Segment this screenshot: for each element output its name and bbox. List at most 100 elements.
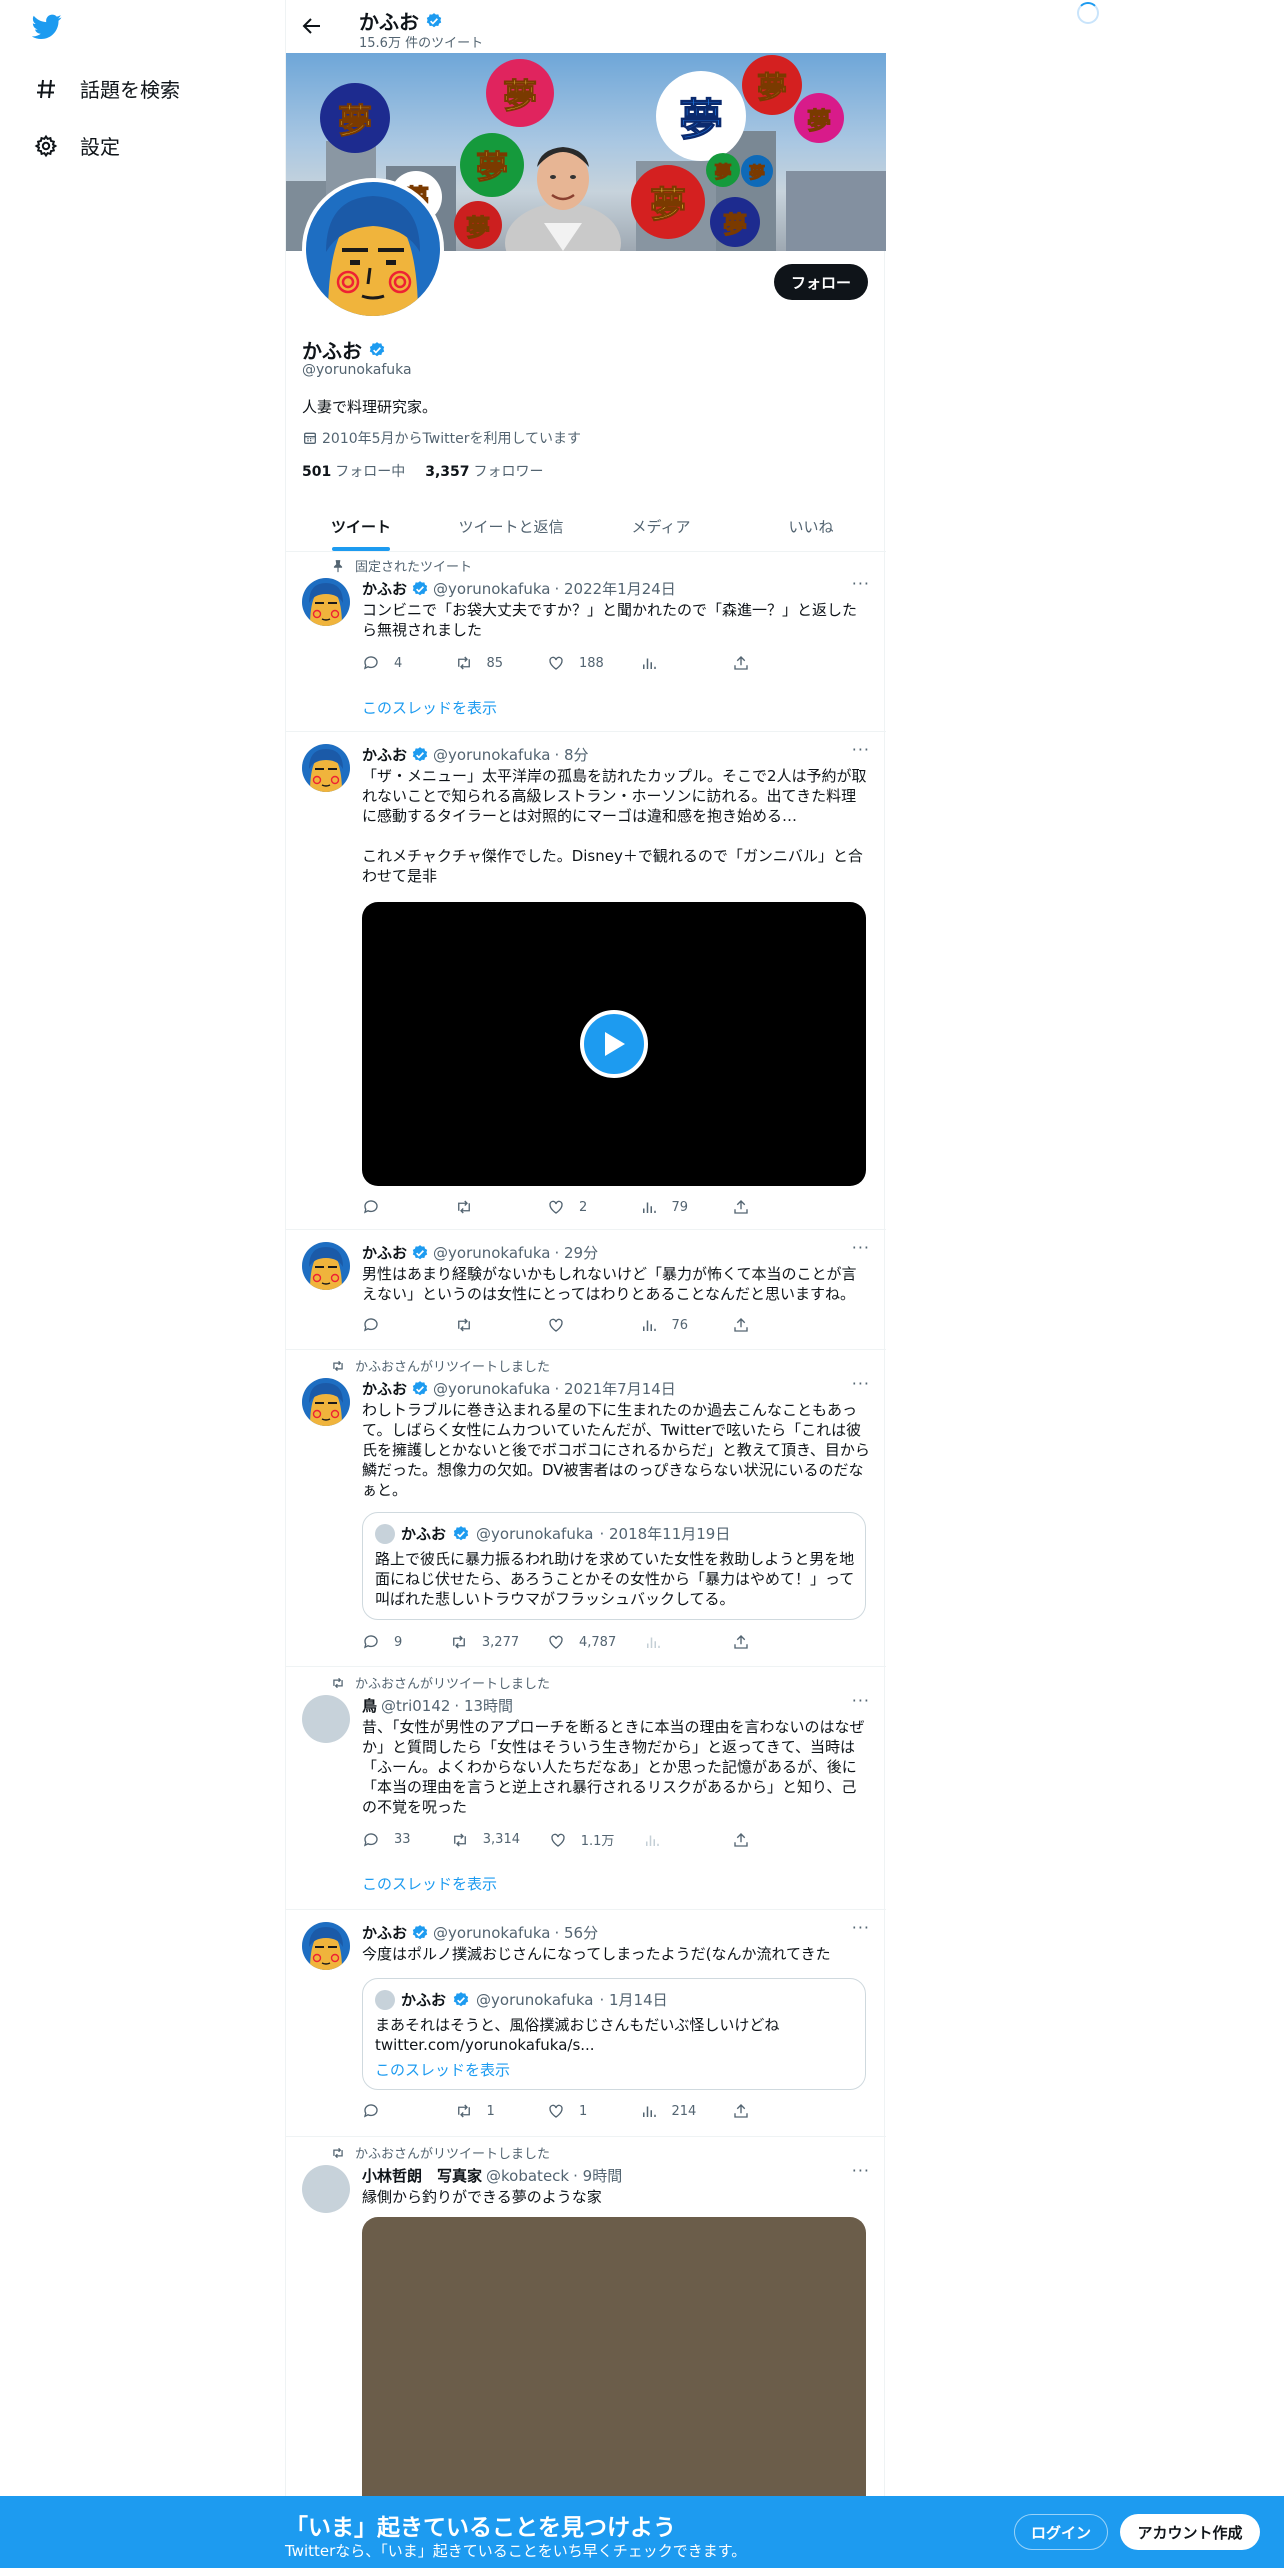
tweet-author-handle[interactable]: @yorunokafuka [433,746,550,764]
play-icon[interactable] [580,1010,648,1078]
retweet-button[interactable]: 3,314 [451,1830,520,1849]
avatar-illustration [302,1378,350,1426]
more-options-icon[interactable]: ··· [852,2161,870,2180]
views-button[interactable] [640,654,700,672]
tweet-header: かふお @yorunokafuka · 2021年7月14日 [362,1378,676,1399]
tweet-author-handle[interactable]: @tri0142 [381,1697,450,1715]
retweet-button[interactable] [455,1198,515,1216]
tweet-author-name[interactable]: かふお [362,744,407,765]
quoted-tweet[interactable]: かふお @yorunokafuka · 2018年11月19日 路上で彼氏に暴力… [362,1512,866,1620]
retweet-button[interactable]: 3,277 [450,1633,519,1651]
follow-button[interactable]: フォロー [774,264,868,300]
tweet-item[interactable]: かふおさんがリツイートしました かふお @yorunokafuka · 2021… [286,1350,886,1667]
reply-icon [363,1635,378,1649]
like-button[interactable]: 1 [547,2102,607,2120]
heart-icon [549,1318,563,1332]
tweet-timestamp[interactable]: · 2021年7月14日 [554,1378,675,1399]
followers-link[interactable]: 3,357 フォロワー [425,461,543,481]
like-button[interactable]: 2 [547,1198,607,1216]
tweet-author-handle[interactable]: @yorunokafuka [433,580,550,598]
share-button[interactable] [732,1633,792,1651]
more-options-icon[interactable]: ··· [852,1238,870,1257]
more-options-icon[interactable]: ··· [852,1918,870,1937]
tweet-author-handle[interactable]: @yorunokafuka [433,1924,550,1942]
create-account-button[interactable]: アカウント作成 [1120,2514,1260,2550]
views-button[interactable]: 214 [640,2102,700,2120]
tweet-author-name[interactable]: 鳥 [362,1695,377,1716]
reply-button[interactable]: 4 [362,654,422,672]
retweet-button[interactable] [455,1316,515,1334]
tweet-author-handle[interactable]: @yorunokafuka [433,1380,550,1398]
tweet-timestamp[interactable]: · 29分 [554,1242,598,1263]
tab-media[interactable]: メディア [586,502,736,551]
tweet-author-name[interactable]: かふお [362,1922,407,1943]
share-button[interactable] [732,1316,792,1334]
tweet-author-handle[interactable]: @yorunokafuka [433,1244,550,1262]
more-options-icon[interactable]: ··· [852,740,870,759]
show-thread-link[interactable]: このスレッドを表示 [362,1873,497,1894]
nav-explore[interactable]: 話題を検索 [34,74,180,103]
reply-button[interactable] [362,2102,422,2120]
tweet-avatar[interactable] [302,1242,350,1290]
tweet-timestamp[interactable]: · 2022年1月24日 [554,578,675,599]
like-button[interactable] [547,1316,607,1334]
tweet-avatar[interactable] [302,2165,350,2213]
retweet-button[interactable]: 85 [455,654,515,672]
share-button[interactable] [732,2102,792,2120]
back-arrow-icon[interactable] [300,14,324,38]
retweet-icon [333,2147,343,2158]
tweet-item[interactable]: 固定されたツイート かふお @yorunokafuka · 2022年1月24日… [286,552,886,732]
hashtag-icon [37,79,55,98]
tweet-avatar[interactable] [302,578,350,626]
tweet-author-name[interactable]: かふお [362,1242,407,1263]
more-options-icon[interactable]: ··· [852,1374,870,1393]
tweet-item[interactable]: かふお @yorunokafuka · 29分 ··· 男性はあまり経験がないか… [286,1230,886,1350]
quoted-show-thread-link[interactable]: このスレッドを表示 [375,2059,510,2080]
analytics-icon [642,658,656,669]
reply-button[interactable]: 9 [362,1633,422,1651]
tab-tweets[interactable]: ツイート [286,502,436,551]
tweet-item[interactable]: かふお @yorunokafuka · 56分 ··· 今度はポルノ撲滅おじさん… [286,1910,886,2137]
share-button[interactable] [732,654,792,672]
login-button[interactable]: ログイン [1014,2514,1108,2550]
reply-button[interactable] [362,1316,422,1334]
tweet-timestamp[interactable]: · 9時間 [573,2165,622,2186]
tweet-video[interactable] [362,902,866,1186]
retweet-button[interactable]: 1 [455,2102,515,2120]
tweet-author-name[interactable]: 小林哲朗 写真家 [362,2165,482,2186]
more-options-icon[interactable]: ··· [852,574,870,593]
reply-button[interactable]: 33 [362,1830,422,1849]
share-button[interactable] [732,1198,792,1216]
tweet-avatar[interactable] [302,744,350,792]
like-button[interactable]: 4,787 [547,1633,616,1651]
quoted-tweet-text: まあそれはそうと、風俗撲滅おじさんもだいぶ怪しいけどね twitter.com/… [375,2016,780,2054]
views-button[interactable]: 76 [640,1316,700,1334]
show-thread-link[interactable]: このスレッドを表示 [362,697,497,718]
tweet-item[interactable]: かふおさんがリツイートしました 鳥 @tri0142 · 13時間 ··· 昔、… [286,1667,886,1910]
tweet-author-handle[interactable]: @kobateck [486,2167,569,2185]
tweet-author-name[interactable]: かふお [362,578,407,599]
share-button[interactable] [732,1830,792,1849]
tab-likes[interactable]: いいね [736,502,886,551]
tweet-text: 今度はポルノ撲滅おじさんになってしまったようだ(なんか流れてきた [362,1945,831,1963]
tweet-timestamp[interactable]: · 56分 [554,1922,598,1943]
following-link[interactable]: 501 フォロー中 [302,461,405,481]
more-options-icon[interactable]: ··· [852,1691,870,1710]
tweet-author-name[interactable]: かふお [362,1378,407,1399]
tweet-timestamp[interactable]: · 13時間 [454,1695,513,1716]
bird-icon[interactable] [32,14,62,40]
tweet-avatar[interactable] [302,1695,350,1743]
views-button[interactable]: 79 [640,1198,700,1216]
tweet-item[interactable]: かふお @yorunokafuka · 8分 ··· 「ザ・メニュー」太平洋岸の… [286,732,886,1230]
tweet-timestamp[interactable]: · 8分 [554,744,588,765]
quoted-tweet[interactable]: かふお @yorunokafuka · 1月14日 まあそれはそうと、風俗撲滅お… [362,1978,866,2090]
reply-button[interactable] [362,1198,422,1216]
like-button[interactable]: 188 [547,654,607,672]
reply-icon [363,1832,378,1847]
tweet-avatar[interactable] [302,1378,350,1426]
tab-tweets-and-replies[interactable]: ツイートと返信 [436,502,586,551]
tweet-avatar[interactable] [302,1922,350,1970]
profile-avatar[interactable] [302,178,444,320]
like-button[interactable]: 1.1万 [549,1830,614,1849]
nav-settings[interactable]: 設定 [34,131,120,160]
